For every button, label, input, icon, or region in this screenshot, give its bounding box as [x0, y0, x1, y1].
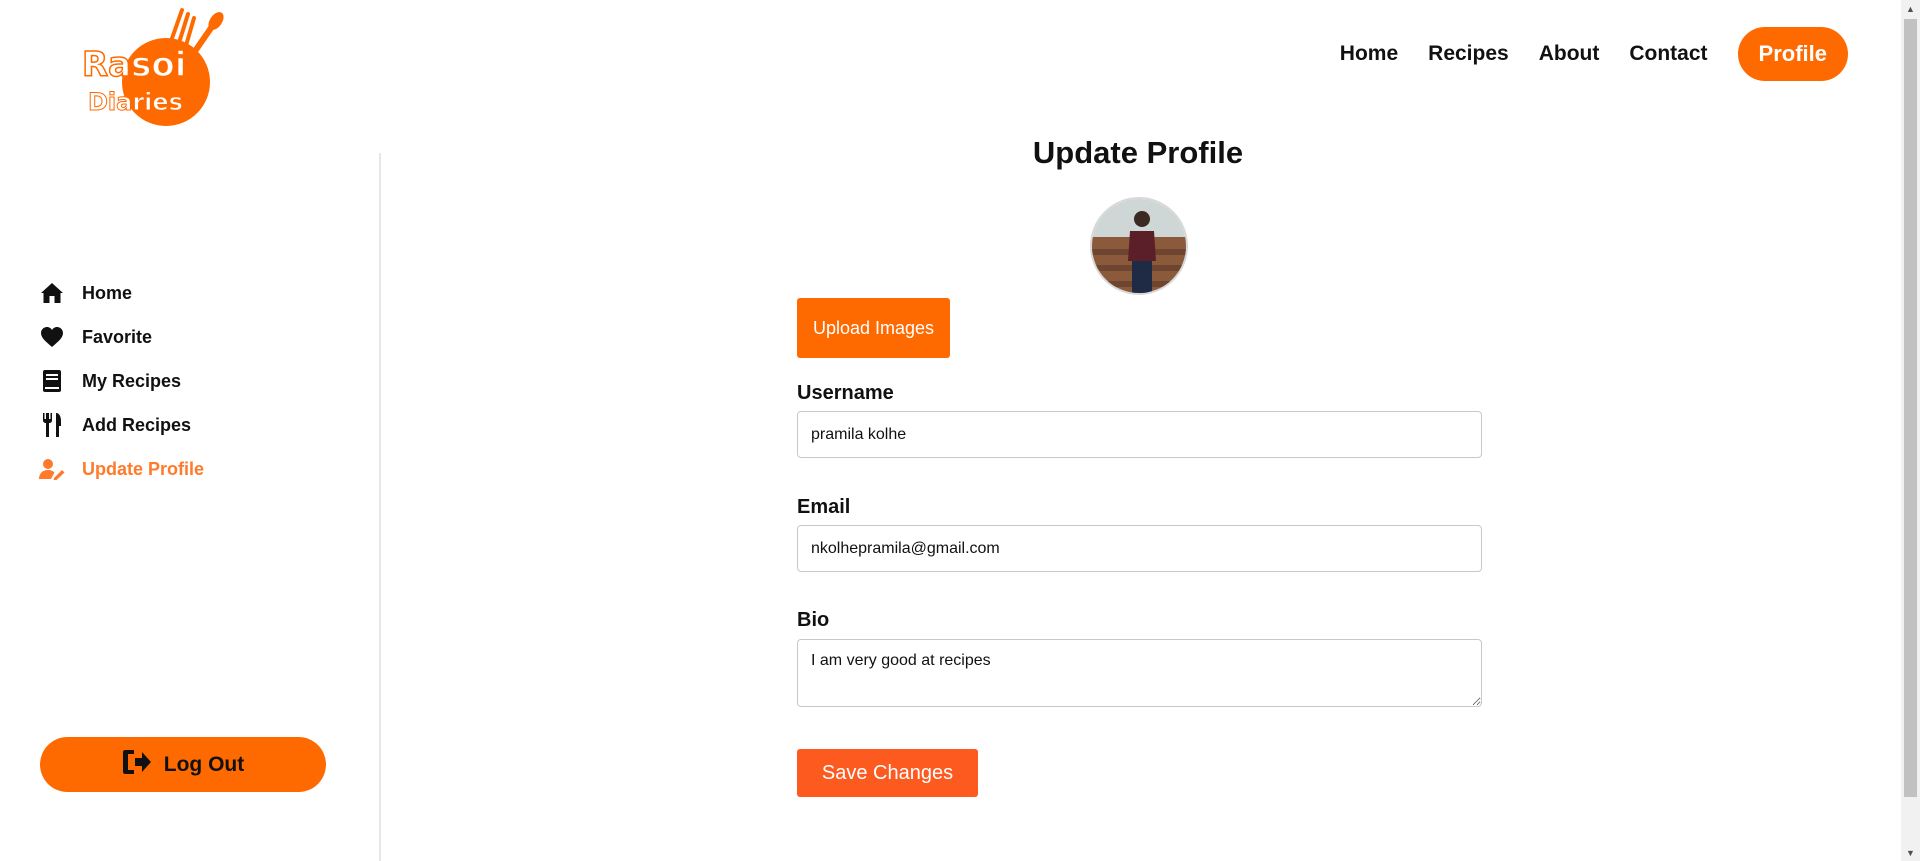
- save-changes-button[interactable]: Save Changes: [797, 749, 978, 797]
- bio-field[interactable]: I am very good at recipes: [797, 639, 1482, 707]
- topnav-recipes-link[interactable]: Recipes: [1428, 42, 1509, 66]
- sidebar-divider: [379, 153, 381, 861]
- sidebar-item-label: Home: [82, 282, 133, 303]
- topnav-home-link[interactable]: Home: [1340, 42, 1398, 66]
- sidebar-item-my-recipes[interactable]: My Recipes: [38, 359, 204, 403]
- scroll-up-arrow-icon[interactable]: ▲: [1901, 0, 1920, 17]
- sign-out-icon: [122, 749, 152, 780]
- svg-text:Diaries: Diaries: [88, 88, 183, 116]
- upload-images-button[interactable]: Upload Images: [797, 298, 950, 358]
- home-icon: [38, 279, 66, 307]
- email-label: Email: [797, 496, 851, 518]
- username-field[interactable]: [797, 411, 1482, 458]
- topnav-about-link[interactable]: About: [1539, 42, 1600, 66]
- profile-avatar: [1090, 197, 1188, 295]
- top-navigation: Home Recipes About Contact Profile: [1310, 27, 1848, 81]
- sidebar-item-add-recipes[interactable]: Add Recipes: [38, 403, 204, 447]
- sidebar-item-update-profile[interactable]: Update Profile: [38, 447, 204, 491]
- profile-button[interactable]: Profile: [1737, 27, 1848, 81]
- sidebar-item-favorite[interactable]: Favorite: [38, 315, 204, 359]
- sidebar-item-home[interactable]: Home: [38, 271, 204, 315]
- email-field[interactable]: [797, 525, 1482, 572]
- svg-text:Rasoi: Rasoi: [82, 45, 186, 85]
- scrollbar-thumb[interactable]: [1904, 19, 1917, 797]
- sidebar-item-label: Add Recipes: [82, 414, 192, 435]
- topnav-contact-link[interactable]: Contact: [1629, 42, 1707, 66]
- page-title: Update Profile: [1032, 135, 1244, 170]
- username-label: Username: [797, 382, 894, 404]
- sidebar-item-label: Update Profile: [82, 458, 205, 479]
- utensils-icon: [38, 411, 66, 439]
- sidebar-navigation: Home Favorite My Recipes Add Recipes Upd…: [38, 271, 204, 491]
- logout-button[interactable]: Log Out: [40, 737, 326, 792]
- sidebar-item-label: My Recipes: [82, 370, 182, 391]
- heart-icon: [38, 323, 66, 351]
- user-edit-icon: [38, 455, 66, 483]
- rasoi-diaries-logo[interactable]: Rasoi Diaries: [78, 4, 238, 129]
- book-icon: [38, 367, 66, 395]
- sidebar-item-label: Favorite: [82, 326, 153, 347]
- bio-label: Bio: [797, 609, 830, 631]
- scroll-down-arrow-icon[interactable]: ▼: [1901, 844, 1920, 861]
- page-scrollbar[interactable]: ▲ ▼: [1901, 0, 1920, 861]
- logout-label: Log Out: [163, 752, 245, 776]
